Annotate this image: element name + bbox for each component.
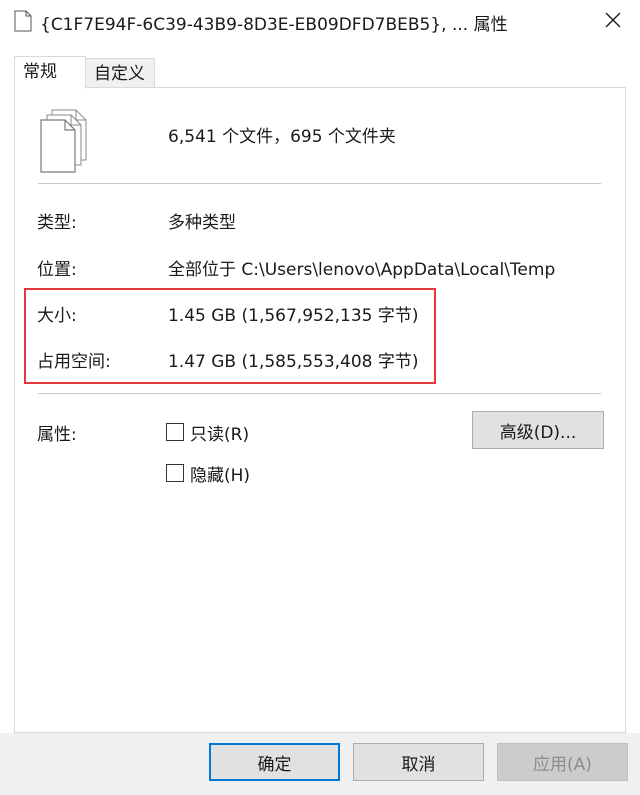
apply-button: 应用(A) <box>497 743 628 781</box>
file-icon <box>14 10 32 32</box>
size-value: 1.45 GB (1,567,952,135 字节) <box>168 306 419 326</box>
size-on-disk-value: 1.47 GB (1,585,553,408 字节) <box>168 352 419 372</box>
tab-custom[interactable]: 自定义 <box>85 58 155 88</box>
cancel-button[interactable]: 取消 <box>353 743 484 781</box>
tab-strip: 常规 自定义 <box>0 56 640 89</box>
readonly-checkbox[interactable] <box>166 423 184 441</box>
divider <box>38 183 601 184</box>
attributes-label: 属性: <box>37 425 77 445</box>
size-on-disk-label: 占用空间: <box>37 352 111 372</box>
location-value: 全部位于 C:\Users\lenovo\AppData\Local\Temp <box>168 260 556 280</box>
window-title: {C1F7E94F-6C39-43B9-8D3E-EB09DFD7BEB5}, … <box>40 15 508 35</box>
title-bar: {C1F7E94F-6C39-43B9-8D3E-EB09DFD7BEB5}, … <box>0 0 640 44</box>
hidden-label[interactable]: 隐藏(H) <box>190 461 250 486</box>
close-button[interactable] <box>596 6 630 38</box>
readonly-label[interactable]: 只读(R) <box>190 420 249 445</box>
type-value: 多种类型 <box>168 213 236 233</box>
close-icon <box>604 11 622 33</box>
readonly-option[interactable]: 只读(R) <box>166 420 249 445</box>
divider <box>38 393 601 394</box>
advanced-button[interactable]: 高级(D)... <box>472 411 604 449</box>
type-label: 类型: <box>37 213 77 233</box>
file-folder-count: 6,541 个文件，695 个文件夹 <box>168 127 396 147</box>
size-label: 大小: <box>37 306 77 326</box>
multiple-files-icon <box>38 108 92 176</box>
hidden-option[interactable]: 隐藏(H) <box>166 461 250 486</box>
properties-dialog: {C1F7E94F-6C39-43B9-8D3E-EB09DFD7BEB5}, … <box>0 0 640 795</box>
location-label: 位置: <box>37 260 77 280</box>
tab-general[interactable]: 常规 <box>14 56 86 89</box>
hidden-checkbox[interactable] <box>166 464 184 482</box>
ok-button[interactable]: 确定 <box>209 743 340 781</box>
